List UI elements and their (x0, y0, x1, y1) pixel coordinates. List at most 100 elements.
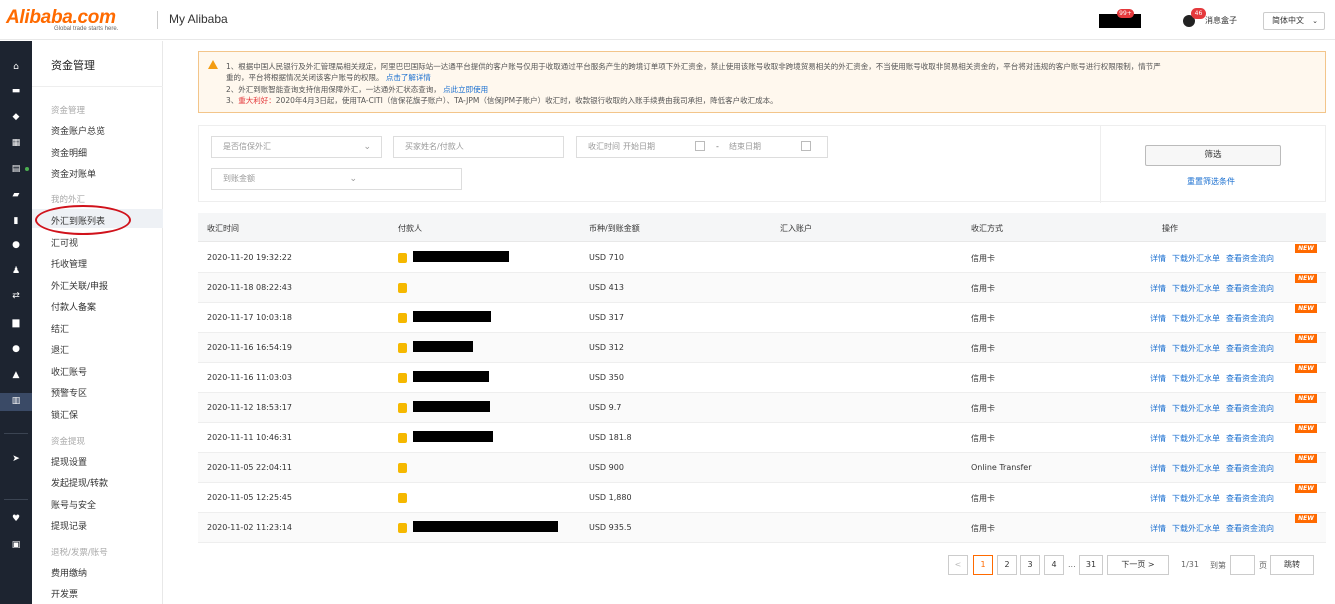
download-receipt-link[interactable]: 下载外汇水单 (1172, 434, 1220, 443)
notice-text: 3、 (226, 96, 239, 105)
last-page-button[interactable]: 31 (1079, 555, 1103, 575)
sidebar-item-settlement[interactable]: 结汇 (51, 322, 69, 335)
fund-flow-link[interactable]: 查看资金流向 (1226, 524, 1274, 533)
calendar-icon[interactable] (801, 141, 811, 151)
details-link[interactable]: 详情 (1150, 494, 1166, 503)
fund-flow-link[interactable]: 查看资金流向 (1226, 404, 1274, 413)
goto-button[interactable]: 跳转 (1270, 555, 1314, 575)
fund-flow-link[interactable]: 查看资金流向 (1226, 434, 1274, 443)
details-link[interactable]: 详情 (1150, 314, 1166, 323)
sidebar-item-withdraw-start[interactable]: 发起提现/转款 (51, 476, 108, 489)
briefcase-icon[interactable]: ▣ (11, 541, 21, 550)
notice-detail-link[interactable]: 点击了解详情 (386, 73, 431, 82)
details-link[interactable]: 详情 (1150, 404, 1166, 413)
start-date-input[interactable]: 开始日期 (623, 137, 655, 157)
end-date-input[interactable]: 结束日期 (729, 137, 761, 157)
exchange-icon[interactable]: ⇄ (11, 292, 21, 301)
filter-button[interactable]: 筛选 (1145, 145, 1281, 166)
message-box-label[interactable]: 消息盒子 (1205, 15, 1237, 26)
sidebar-item-fund-details[interactable]: 资金明细 (51, 146, 87, 159)
language-select[interactable]: 简体中文 ⌄ (1263, 12, 1325, 30)
download-receipt-link[interactable]: 下载外汇水单 (1172, 344, 1220, 353)
home-icon[interactable]: ⌂ (11, 63, 21, 72)
receive-method: 信用卡 (971, 494, 995, 503)
download-receipt-link[interactable]: 下载外汇水单 (1172, 524, 1220, 533)
fund-flow-link[interactable]: 查看资金流向 (1226, 284, 1274, 293)
details-link[interactable]: 详情 (1150, 464, 1166, 473)
download-receipt-link[interactable]: 下载外汇水单 (1172, 494, 1220, 503)
download-receipt-link[interactable]: 下载外汇水单 (1172, 464, 1220, 473)
page-button[interactable]: 4 (1044, 555, 1064, 575)
sidebar-item-receive-account[interactable]: 收汇账号 (51, 365, 87, 378)
orders-icon[interactable]: ▬ (11, 87, 21, 96)
amount-select[interactable]: 到账金额 ⌄ (211, 168, 462, 190)
receive-time: 2020-11-16 16:54:19 (207, 343, 292, 352)
fund-flow-link[interactable]: 查看资金流向 (1226, 314, 1274, 323)
sidebar-item-lock-rate[interactable]: 锁汇保 (51, 408, 78, 421)
sidebar-item-alert-zone[interactable]: 预警专区 (51, 386, 87, 399)
sidebar-item-forex-declare[interactable]: 外汇关联/申报 (51, 279, 108, 292)
sidebar-item-account-overview[interactable]: 资金账户总览 (51, 124, 105, 137)
details-link[interactable]: 详情 (1150, 434, 1166, 443)
sidebar-item-withdraw-settings[interactable]: 提现设置 (51, 455, 87, 468)
amount: USD 900 (589, 463, 624, 472)
app-title[interactable]: My Alibaba (169, 12, 228, 26)
trade-type-select[interactable]: 是否信保外汇 ⌄ (211, 136, 382, 158)
fund-flow-link[interactable]: 查看资金流向 (1226, 344, 1274, 353)
sidebar-item-fee-payment[interactable]: 费用缴纳 (51, 566, 87, 579)
calendar-icon[interactable] (695, 141, 705, 151)
download-receipt-link[interactable]: 下载外汇水单 (1172, 404, 1220, 413)
sidebar-item-collection[interactable]: 托收管理 (51, 257, 87, 270)
receive-method: 信用卡 (971, 284, 995, 293)
document-icon[interactable]: ▆ (11, 319, 21, 328)
apps-icon[interactable]: ▦ (11, 139, 21, 148)
reset-filters-link[interactable]: 重置筛选条件 (1187, 176, 1235, 187)
alibaba-logo[interactable]: Alibaba.com Global trade starts here. (6, 7, 152, 35)
details-link[interactable]: 详情 (1150, 254, 1166, 263)
fund-flow-link[interactable]: 查看资金流向 (1226, 494, 1274, 503)
person-icon[interactable]: ▲ (11, 371, 21, 380)
chat-icon[interactable]: ▰ (11, 191, 21, 200)
download-receipt-link[interactable]: 下载外汇水单 (1172, 284, 1220, 293)
fund-flow-link[interactable]: 查看资金流向 (1226, 254, 1274, 263)
row-actions: 详情 下载外汇水单 查看资金流向 (1150, 313, 1280, 324)
download-receipt-link[interactable]: 下载外汇水单 (1172, 314, 1220, 323)
store-icon[interactable]: ▤ (11, 165, 29, 174)
page-button[interactable]: 2 (997, 555, 1017, 575)
details-link[interactable]: 详情 (1150, 344, 1166, 353)
receive-time: 2020-11-11 10:46:31 (207, 433, 292, 442)
sidebar-item-payer-record[interactable]: 付款人备案 (51, 300, 96, 313)
page-button[interactable]: 3 (1020, 555, 1040, 575)
sidebar-item-forex-visual[interactable]: 汇可视 (51, 236, 78, 249)
bank-icon[interactable]: ▥ (11, 397, 21, 406)
prev-page-button[interactable]: < (948, 555, 968, 575)
users-icon[interactable]: ♟ (11, 267, 21, 276)
next-page-button[interactable]: 下一页 > (1107, 555, 1169, 575)
sidebar-item-invoice[interactable]: 开发票 (51, 587, 78, 600)
sidebar-item-refund[interactable]: 退汇 (51, 343, 69, 356)
location-icon[interactable]: ● (11, 241, 21, 250)
details-link[interactable]: 详情 (1150, 284, 1166, 293)
column-header: 收汇方式 (971, 224, 1003, 233)
download-receipt-link[interactable]: 下载外汇水单 (1172, 374, 1220, 383)
details-link[interactable]: 详情 (1150, 374, 1166, 383)
sidebar-item-withdraw-records[interactable]: 提现记录 (51, 519, 87, 532)
payer-input[interactable]: 买家姓名/付款人 (393, 136, 564, 158)
header-divider (157, 11, 158, 29)
globe-icon[interactable]: ● (11, 345, 21, 354)
send-icon[interactable]: ➤ (11, 455, 21, 464)
shield-icon[interactable]: ◆ (11, 113, 21, 122)
details-link[interactable]: 详情 (1150, 524, 1166, 533)
heart-icon[interactable]: ♥ (11, 515, 21, 524)
receive-time: 2020-11-12 18:53:17 (207, 403, 292, 412)
goto-page-input[interactable] (1230, 555, 1255, 575)
download-receipt-link[interactable]: 下载外汇水单 (1172, 254, 1220, 263)
page-button[interactable]: 1 (973, 555, 993, 575)
fund-flow-link[interactable]: 查看资金流向 (1226, 374, 1274, 383)
sidebar-item-account-security[interactable]: 账号与安全 (51, 498, 96, 511)
date-range-picker[interactable]: 收汇时间 开始日期 - 结束日期 (576, 136, 828, 158)
sidebar-item-statement[interactable]: 资金对账单 (51, 167, 96, 180)
notice-use-link[interactable]: 点此立即使用 (443, 85, 488, 94)
chart-icon[interactable]: ▮ (11, 217, 21, 226)
fund-flow-link[interactable]: 查看资金流向 (1226, 464, 1274, 473)
